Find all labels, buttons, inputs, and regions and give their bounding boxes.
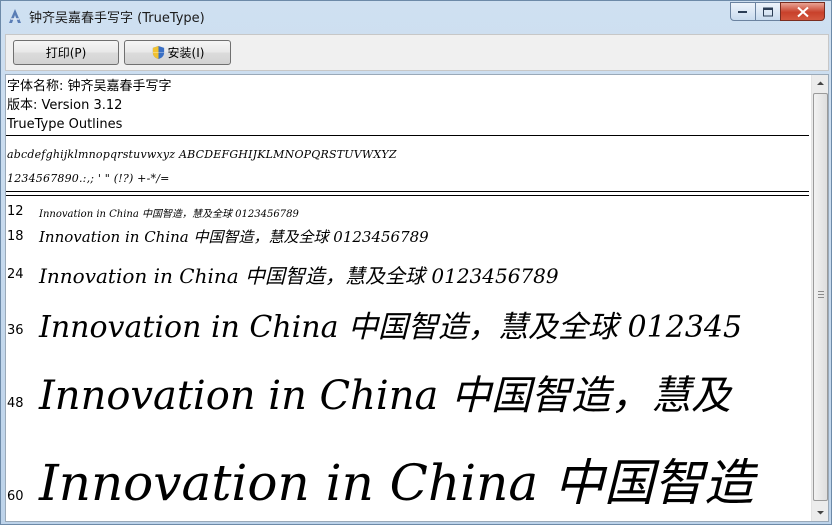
sample-row-36: 36 Innovation in China 中国智造，慧及全球 012345 xyxy=(6,297,809,349)
window-title: 钟齐吴嘉春手写字 (TrueType) xyxy=(29,11,205,26)
divider xyxy=(6,191,809,192)
sample-text: Innovation in China 中国智造，慧及全球 0123456789 xyxy=(39,209,299,220)
size-label: 48 xyxy=(7,396,24,411)
size-label: 24 xyxy=(7,267,24,282)
close-icon xyxy=(796,6,809,17)
print-button[interactable]: 打印(P) xyxy=(13,40,119,65)
size-label: 36 xyxy=(7,323,24,338)
font-preview-pane: 字体名称: 钟齐吴嘉春手写字 版本: Version 3.12 TrueType… xyxy=(5,74,829,522)
scroll-grip xyxy=(818,291,824,292)
scrollbar-thumb[interactable] xyxy=(813,93,828,501)
maximize-icon xyxy=(763,7,773,16)
print-button-label: 打印(P) xyxy=(45,46,87,60)
font-version: 版本: Version 3.12 xyxy=(7,98,123,113)
minimize-icon xyxy=(738,10,747,13)
size-label: 18 xyxy=(7,229,24,244)
sample-row-60: 60 Innovation in China 中国智造 xyxy=(6,441,809,521)
install-button[interactable]: 安装(I) xyxy=(124,40,231,65)
sample-row-12: 12 Innovation in China 中国智造，慧及全球 0123456… xyxy=(6,201,809,223)
charset-letters: abcdefghijklmnopqrstuvwxyz ABCDEFGHIJKLM… xyxy=(7,148,397,161)
maximize-button[interactable] xyxy=(755,2,781,21)
title-bar[interactable]: 钟齐吴嘉春手写字 (TrueType) xyxy=(1,1,831,31)
install-button-label: 安装(I) xyxy=(167,46,205,60)
sample-row-48: 48 Innovation in China 中国智造，慧及 xyxy=(6,359,809,419)
sample-text: Innovation in China 中国智造，慧及全球 0123456789 xyxy=(39,228,429,246)
font-icon xyxy=(9,9,21,23)
toolbar: 打印(P) 安装(I) xyxy=(5,34,829,71)
scroll-grip xyxy=(818,297,824,298)
charset-digits: 1234567890.:,; ' " (!?) +-*/= xyxy=(7,172,170,185)
divider xyxy=(6,195,809,196)
close-button[interactable] xyxy=(780,2,825,21)
chevron-up-icon xyxy=(817,81,824,85)
shield-icon xyxy=(152,45,164,60)
size-label: 12 xyxy=(7,204,24,219)
sample-text: Innovation in China 中国智造，慧及全球 012345 xyxy=(39,310,743,345)
scroll-down-button[interactable] xyxy=(812,504,828,521)
divider xyxy=(6,135,809,136)
font-viewer-window: 钟齐吴嘉春手写字 (TrueType) 打印(P) 安装(I) 字体名称: 钟齐… xyxy=(0,0,832,525)
chevron-down-icon xyxy=(817,511,824,515)
sample-text: Innovation in China 中国智造，慧及全球 0123456789 xyxy=(39,264,559,288)
scroll-up-button[interactable] xyxy=(812,75,828,92)
minimize-button[interactable] xyxy=(730,2,756,21)
font-name: 字体名称: 钟齐吴嘉春手写字 xyxy=(7,79,172,94)
sample-text: Innovation in China 中国智造，慧及 xyxy=(39,373,732,419)
sample-text: Innovation in China 中国智造 xyxy=(39,454,755,512)
font-outline-type: TrueType Outlines xyxy=(7,117,123,132)
sample-row-24: 24 Innovation in China 中国智造，慧及全球 0123456… xyxy=(6,257,809,293)
sample-row-18: 18 Innovation in China 中国智造，慧及全球 0123456… xyxy=(6,225,809,251)
font-info: 字体名称: 钟齐吴嘉春手写字 版本: Version 3.12 TrueType… xyxy=(7,77,172,134)
size-label: 60 xyxy=(7,489,24,504)
scroll-grip xyxy=(818,294,824,295)
vertical-scrollbar[interactable] xyxy=(811,75,828,521)
